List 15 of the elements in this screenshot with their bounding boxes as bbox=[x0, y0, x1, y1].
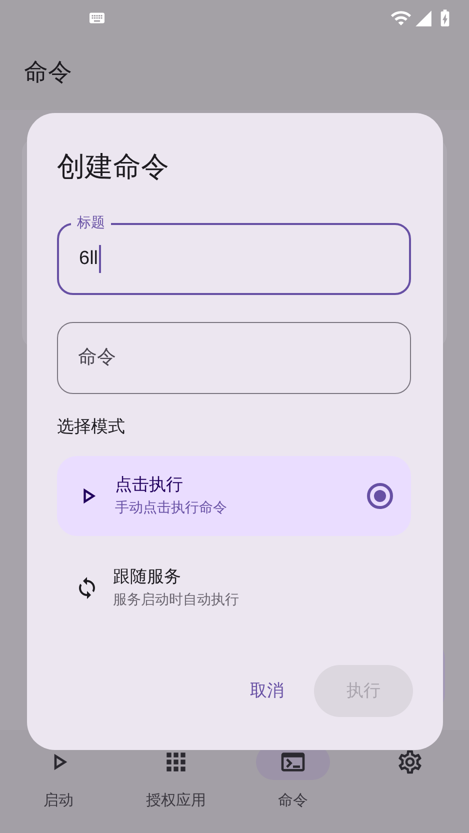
radio-button[interactable] bbox=[367, 482, 393, 508]
dialog-title: 创建命令 bbox=[57, 150, 170, 184]
nav-label: 授权应用 bbox=[146, 791, 206, 811]
nav-label: 启动 bbox=[44, 791, 74, 811]
field-label: 标题 bbox=[71, 213, 111, 231]
page-title: 命令 bbox=[24, 58, 72, 88]
signal-icon bbox=[414, 8, 433, 28]
nav-label: 命令 bbox=[278, 791, 308, 811]
command-field[interactable]: 命令 bbox=[57, 322, 411, 394]
cancel-button[interactable]: 取消 bbox=[234, 664, 300, 716]
text-cursor bbox=[99, 245, 102, 273]
mode-option[interactable]: 点击执行 手动点击执行命令 bbox=[57, 456, 411, 536]
settings-icon bbox=[396, 748, 424, 776]
section-label: 选择模式 bbox=[57, 416, 126, 438]
mode-option[interactable]: 跟随服务 服务启动时自动执行 bbox=[57, 548, 411, 628]
